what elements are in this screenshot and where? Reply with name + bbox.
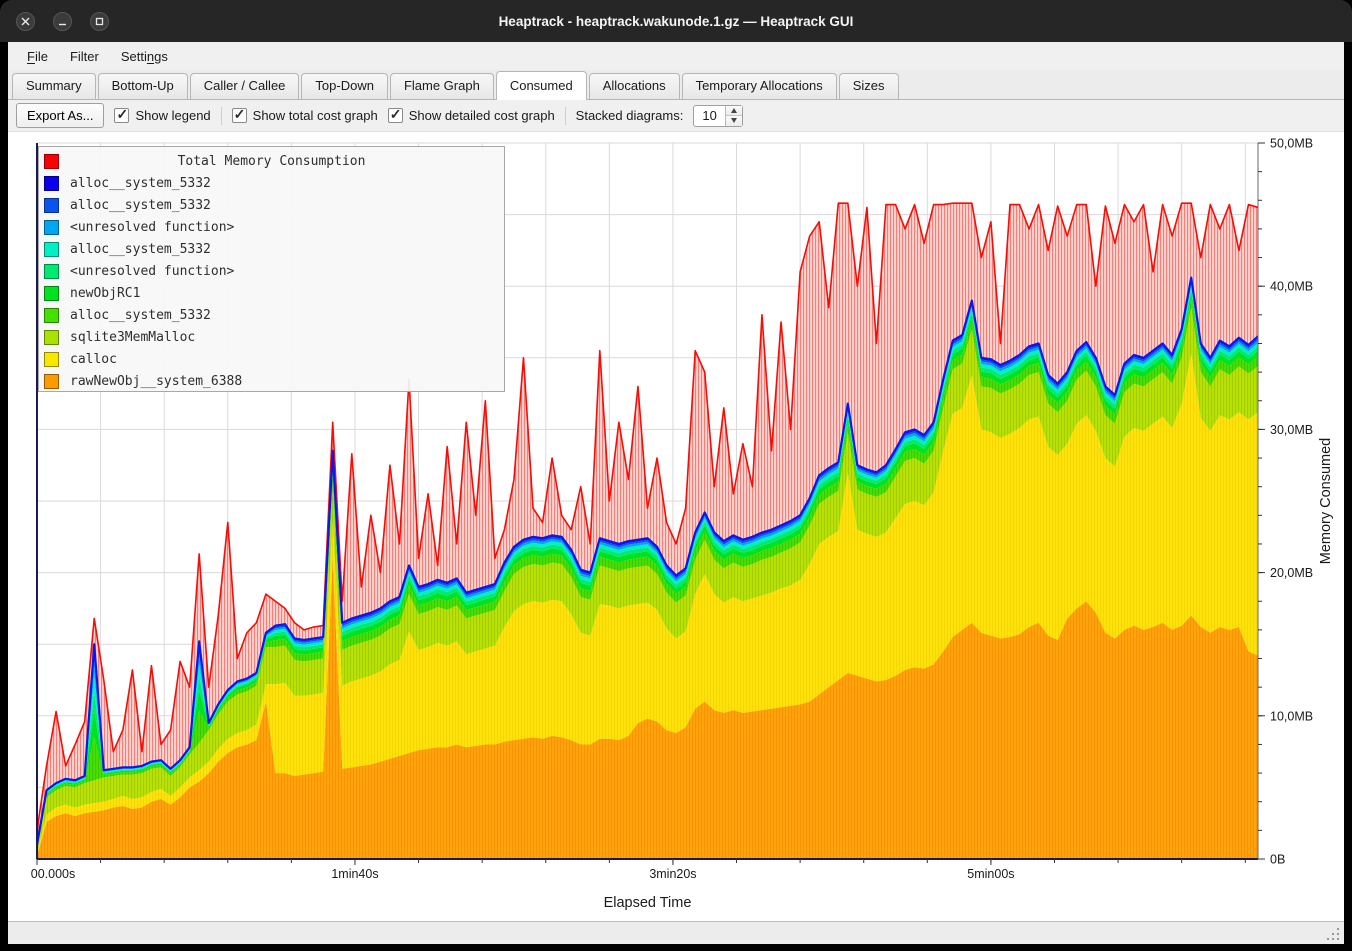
legend-item: alloc__system_5332 [39,304,504,326]
toolbar: Export As... Show legend Show total cost… [8,100,1344,132]
legend-item: alloc__system_5332 [39,194,504,216]
chart-container: 00.000s 1min40s 3min20s 5min00s 0B 10,0MB 20,0… [8,132,1344,921]
legend-item-label: calloc [70,352,117,367]
app-window: Heaptrack - heaptrack.wakunode.1.gz — He… [0,0,1352,951]
tab-allocations[interactable]: Allocations [589,73,680,99]
y-tick-label: 40,0MB [1270,280,1313,294]
legend-item: <unresolved function> [39,216,504,238]
titlebar: Heaptrack - heaptrack.wakunode.1.gz — He… [0,0,1352,42]
show-detailed-cost-checkbox-group: Show detailed cost graph [388,108,555,123]
legend-swatch [44,220,59,235]
y-ticks [1258,143,1265,859]
y-tick-label: 20,0MB [1270,566,1313,580]
x-tick-label: 00.000s [31,867,75,881]
legend-item: sqlite3MemMalloc [39,326,504,348]
chart-legend: Total Memory Consumption alloc__system_5… [38,146,505,392]
legend-item: calloc [39,348,504,370]
legend-item-label: <unresolved function> [70,220,234,235]
legend-item-label: newObjRC1 [70,286,140,301]
x-axis-title: Elapsed Time [604,895,692,911]
tab-bar: Summary Bottom-Up Caller / Callee Top-Do… [8,70,1344,100]
menubar: File Filter Settings [8,42,1344,70]
y-tick-label: 30,0MB [1270,423,1313,437]
legend-swatch-total [44,154,59,169]
legend-item: alloc__system_5332 [39,238,504,260]
minimize-button[interactable] [53,12,72,31]
spin-up-button[interactable] [726,106,742,117]
legend-item-label: alloc__system_5332 [70,198,211,213]
show-legend-checkbox-group: Show legend [114,108,210,123]
legend-swatch [44,374,59,389]
legend-swatch [44,308,59,323]
chevron-up-icon [731,108,737,113]
legend-swatch [44,286,59,301]
y-tick-label: 50,0MB [1270,137,1313,151]
tab-temporary-allocations[interactable]: Temporary Allocations [682,73,837,99]
legend-item: rawNewObj__system_6388 [39,370,504,392]
close-icon [21,17,30,26]
show-legend-label: Show legend [135,108,210,123]
legend-swatch [44,176,59,191]
legend-swatch [44,198,59,213]
legend-item: alloc__system_5332 [39,172,504,194]
export-as-button[interactable]: Export As... [16,103,104,128]
y-axis-title: Memory Consumed [1318,438,1334,565]
toolbar-separator [565,107,566,125]
legend-item-label: sqlite3MemMalloc [70,330,195,345]
tab-summary[interactable]: Summary [12,73,96,99]
close-button[interactable] [16,12,35,31]
y-tick-label: 10,0MB [1270,709,1313,723]
maximize-icon [95,17,104,26]
toolbar-separator [221,107,222,125]
legend-item: newObjRC1 [39,282,504,304]
menu-filter[interactable]: Filter [61,46,108,67]
show-legend-checkbox[interactable] [114,108,129,123]
legend-title: Total Memory Consumption [59,154,484,169]
show-total-cost-label: Show total cost graph [253,108,378,123]
legend-item-label: alloc__system_5332 [70,308,211,323]
tab-top-down[interactable]: Top-Down [301,73,388,99]
x-tick-label: 3min20s [649,867,696,881]
legend-item-label: <unresolved function> [70,264,234,279]
show-total-cost-checkbox[interactable] [232,108,247,123]
tab-flame-graph[interactable]: Flame Graph [390,73,494,99]
legend-swatch [44,330,59,345]
window-title: Heaptrack - heaptrack.wakunode.1.gz — He… [0,14,1352,29]
x-tick-label: 1min40s [331,867,378,881]
show-total-cost-checkbox-group: Show total cost graph [232,108,378,123]
legend-swatch [44,242,59,257]
status-bar [8,921,1344,944]
show-detailed-cost-label: Show detailed cost graph [409,108,555,123]
show-detailed-cost-checkbox[interactable] [388,108,403,123]
tab-sizes[interactable]: Sizes [839,73,899,99]
legend-item-label: rawNewObj__system_6388 [70,374,242,389]
y-tick-label: 0B [1270,853,1285,867]
legend-item-label: alloc__system_5332 [70,176,211,191]
spin-down-button[interactable] [726,116,742,126]
tab-consumed[interactable]: Consumed [496,71,587,100]
menu-settings[interactable]: Settings [112,46,177,67]
legend-item: <unresolved function> [39,260,504,282]
window-controls [16,0,109,42]
stacked-diagrams-value: 10 [694,106,724,126]
minimize-icon [58,17,67,26]
resize-grip[interactable] [1326,926,1340,940]
tab-caller-callee[interactable]: Caller / Callee [190,73,300,99]
legend-swatch [44,352,59,367]
tab-bottom-up[interactable]: Bottom-Up [98,73,188,99]
stacked-diagrams-label: Stacked diagrams: [576,108,684,123]
legend-swatch [44,264,59,279]
x-tick-label: 5min00s [967,867,1014,881]
legend-item-label: alloc__system_5332 [70,242,211,257]
maximize-button[interactable] [90,12,109,31]
chevron-down-icon [731,118,737,123]
menu-file[interactable]: File [18,46,57,67]
stacked-diagrams-spinbox[interactable]: 10 [693,105,742,127]
legend-title-row: Total Memory Consumption [39,150,504,172]
spinbox-arrows [725,106,742,126]
